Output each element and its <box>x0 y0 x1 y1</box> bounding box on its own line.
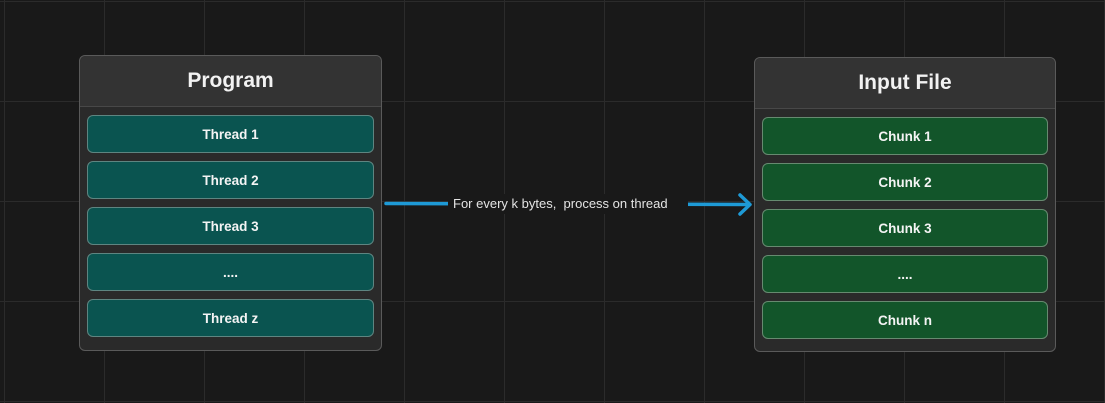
connector-label: For every k bytes, process on thread <box>448 194 688 214</box>
